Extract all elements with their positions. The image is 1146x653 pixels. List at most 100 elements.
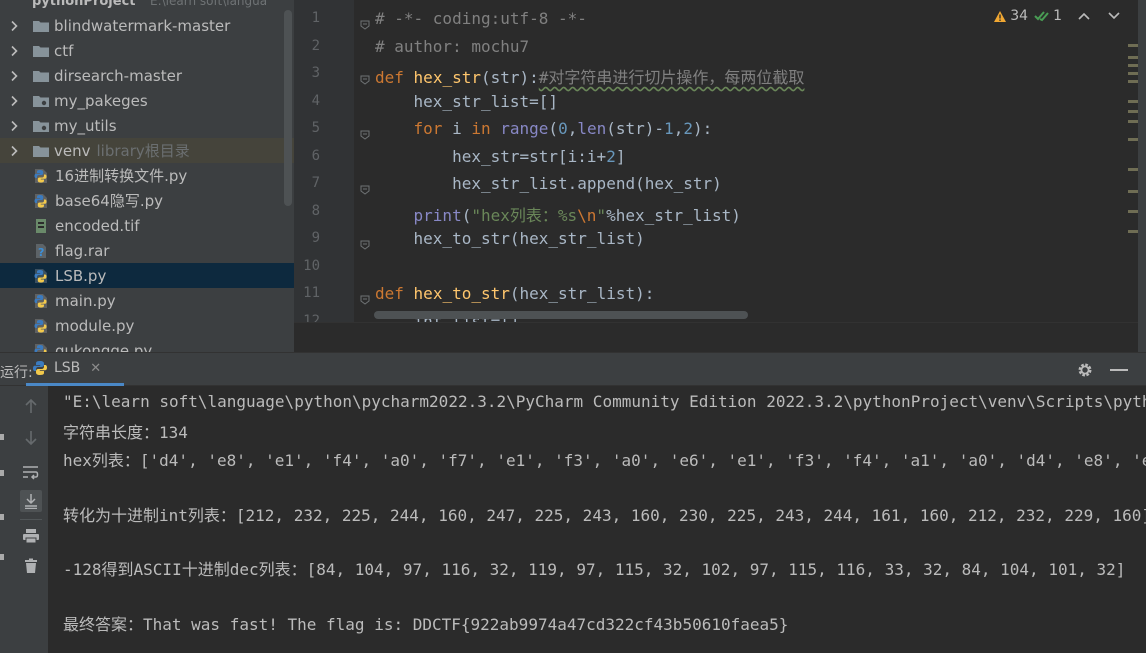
code-line[interactable]: print("hex列表：%s\n"%hex_str_list)	[375, 202, 741, 226]
project-path: E:\learn soft\langua	[150, 0, 268, 8]
tree-item-label: gukongge.py	[55, 341, 153, 353]
chevron-right-icon[interactable]	[8, 38, 32, 63]
console-line: 字符串长度：134	[63, 423, 188, 443]
edge-marker	[0, 514, 4, 520]
tree-item[interactable]: dirsearch-master	[0, 63, 294, 88]
tree-item[interactable]: my_utils	[0, 113, 294, 138]
line-number: 6	[311, 147, 320, 164]
line-number: 1	[311, 10, 320, 26]
code-line[interactable]: hex_str_list.append(hex_str)	[375, 174, 722, 193]
tree-item[interactable]: encoded.tif	[0, 213, 294, 238]
trash-icon[interactable]	[21, 556, 41, 576]
tree-item[interactable]: gukongge.py	[0, 338, 294, 352]
minimize-icon[interactable]	[1110, 369, 1128, 371]
fold-marker-icon[interactable]	[360, 125, 370, 140]
run-toolbar	[0, 386, 48, 653]
print-icon[interactable]	[21, 526, 41, 546]
folder-icon	[32, 143, 52, 159]
code-line[interactable]: # author: mochu7	[375, 37, 529, 56]
tree-item-label: my_pakeges	[54, 91, 148, 110]
tree-item-label: 16进制转换文件.py	[55, 167, 188, 185]
right-tool-strip[interactable]	[1138, 0, 1146, 352]
tree-item-label: blindwatermark-master	[54, 16, 231, 35]
tree-item[interactable]: module.py	[0, 313, 294, 338]
code-line[interactable]: def hex_to_str(hex_str_list):	[375, 284, 654, 303]
code-editor[interactable]: 1 2 3 4 5 6 7 8 9 10 11 12 # -*- coding:utf-8 -*- # …	[294, 0, 1146, 352]
fold-marker-icon[interactable]	[360, 290, 370, 305]
tree-item[interactable]: blindwatermark-master	[0, 13, 294, 38]
line-number: 5	[311, 120, 320, 136]
tree-item[interactable]: venv library根目录	[0, 138, 294, 163]
line-number-gutter: 1 2 3 4 5 6 7 8 9 10 11 12	[294, 0, 354, 329]
warning-count[interactable]: 34	[993, 8, 1028, 24]
close-icon[interactable]: ✕	[90, 361, 101, 376]
chevron-up-icon[interactable]	[1078, 8, 1090, 24]
python-file-icon	[33, 168, 53, 184]
tree-item-label: encoded.tif	[55, 216, 140, 235]
console-line: 最终答案：That was fast! The flag is: DDCTF{9…	[63, 615, 789, 635]
fold-marker-icon[interactable]	[360, 70, 370, 85]
warning-icon	[994, 10, 1007, 22]
run-tool-window-header: 运行: LSB ✕	[0, 352, 1146, 386]
code-line[interactable]: hex_str=str[i:i+2]	[375, 147, 625, 166]
folder-icon	[32, 68, 52, 84]
line-number: 9	[311, 230, 320, 246]
console-line: hex列表：['d4', 'e8', 'e1', 'f4', 'a0', 'f7…	[63, 450, 1146, 470]
line-number: 8	[311, 202, 320, 219]
gear-icon[interactable]	[1076, 361, 1094, 379]
project-title[interactable]: pythonProject	[32, 0, 136, 9]
tree-item-label: venv	[54, 141, 91, 160]
line-number: 7	[311, 175, 320, 191]
fold-marker-icon[interactable]	[360, 15, 370, 30]
line-number: 4	[311, 92, 320, 109]
console-line: 转化为十进制int列表：[212, 232, 225, 244, 160, 24…	[63, 505, 1146, 525]
chevron-right-icon[interactable]	[8, 88, 32, 113]
tree-item[interactable]: base64隐写.py	[0, 188, 294, 213]
python-file-icon	[33, 268, 53, 284]
code-line[interactable]: for i in range(0,len(str)-1,2):	[375, 119, 713, 138]
fold-marker-icon[interactable]	[360, 235, 370, 250]
code-line[interactable]: hex_to_str(hex_str_list)	[375, 229, 645, 248]
code-line[interactable]: # -*- coding:utf-8 -*-	[375, 9, 587, 28]
tree-item-label: flag.rar	[55, 241, 110, 260]
folder-icon	[32, 43, 52, 59]
tree-item-label: LSB.py	[55, 266, 107, 285]
python-file-icon	[33, 318, 53, 334]
code-line[interactable]: def hex_str(str):#对字符串进行切片操作，每两位截取	[375, 64, 804, 88]
editor-bottom-area	[294, 322, 1146, 352]
python-file-icon	[33, 293, 53, 309]
chevron-right-icon[interactable]	[8, 138, 32, 163]
editor-horizontal-scrollbar[interactable]	[374, 311, 748, 319]
inspection-widget[interactable]: 34 1	[993, 8, 1120, 24]
tree-item[interactable]: ctf	[0, 38, 294, 63]
chevron-right-icon[interactable]	[8, 63, 32, 88]
tree-item[interactable]: ? flag.rar	[0, 238, 294, 263]
arrow-up-icon[interactable]	[21, 396, 41, 416]
project-tree: pythonProject E:\learn soft\langua blind…	[0, 0, 294, 352]
tree-item-label: module.py	[55, 316, 135, 335]
line-number: 2	[311, 37, 320, 54]
image-file-icon	[33, 218, 53, 234]
code-line[interactable]: hex_str_list=[]	[375, 92, 559, 111]
arrow-down-icon[interactable]	[21, 428, 41, 448]
tree-item-hint: library根目录	[96, 142, 190, 160]
svg-text:?: ?	[38, 246, 44, 259]
weak-warning-count[interactable]: 1	[1034, 8, 1062, 24]
chevron-down-icon[interactable]	[1108, 8, 1120, 24]
soft-wrap-icon[interactable]	[21, 462, 41, 482]
tree-scrollbar[interactable]	[284, 10, 292, 206]
scroll-to-end-icon[interactable]	[20, 490, 42, 512]
python-file-icon	[33, 193, 53, 209]
run-tab-lsb[interactable]: LSB ✕	[26, 353, 124, 386]
unknown-file-icon: ?	[33, 243, 53, 259]
tree-item[interactable]: my_pakeges	[0, 88, 294, 113]
chevron-right-icon[interactable]	[8, 113, 32, 138]
chevron-right-icon[interactable]	[8, 13, 32, 38]
tree-item[interactable]: LSB.py	[0, 263, 294, 288]
tree-item[interactable]: 16进制转换文件.py	[0, 163, 294, 188]
tree-item-label: ctf	[54, 41, 74, 60]
run-console-output[interactable]: "E:\learn soft\language\python\pycharm20…	[48, 386, 1146, 653]
tree-item[interactable]: main.py	[0, 288, 294, 313]
fold-marker-icon[interactable]	[360, 180, 370, 195]
double-check-icon	[1034, 11, 1049, 22]
